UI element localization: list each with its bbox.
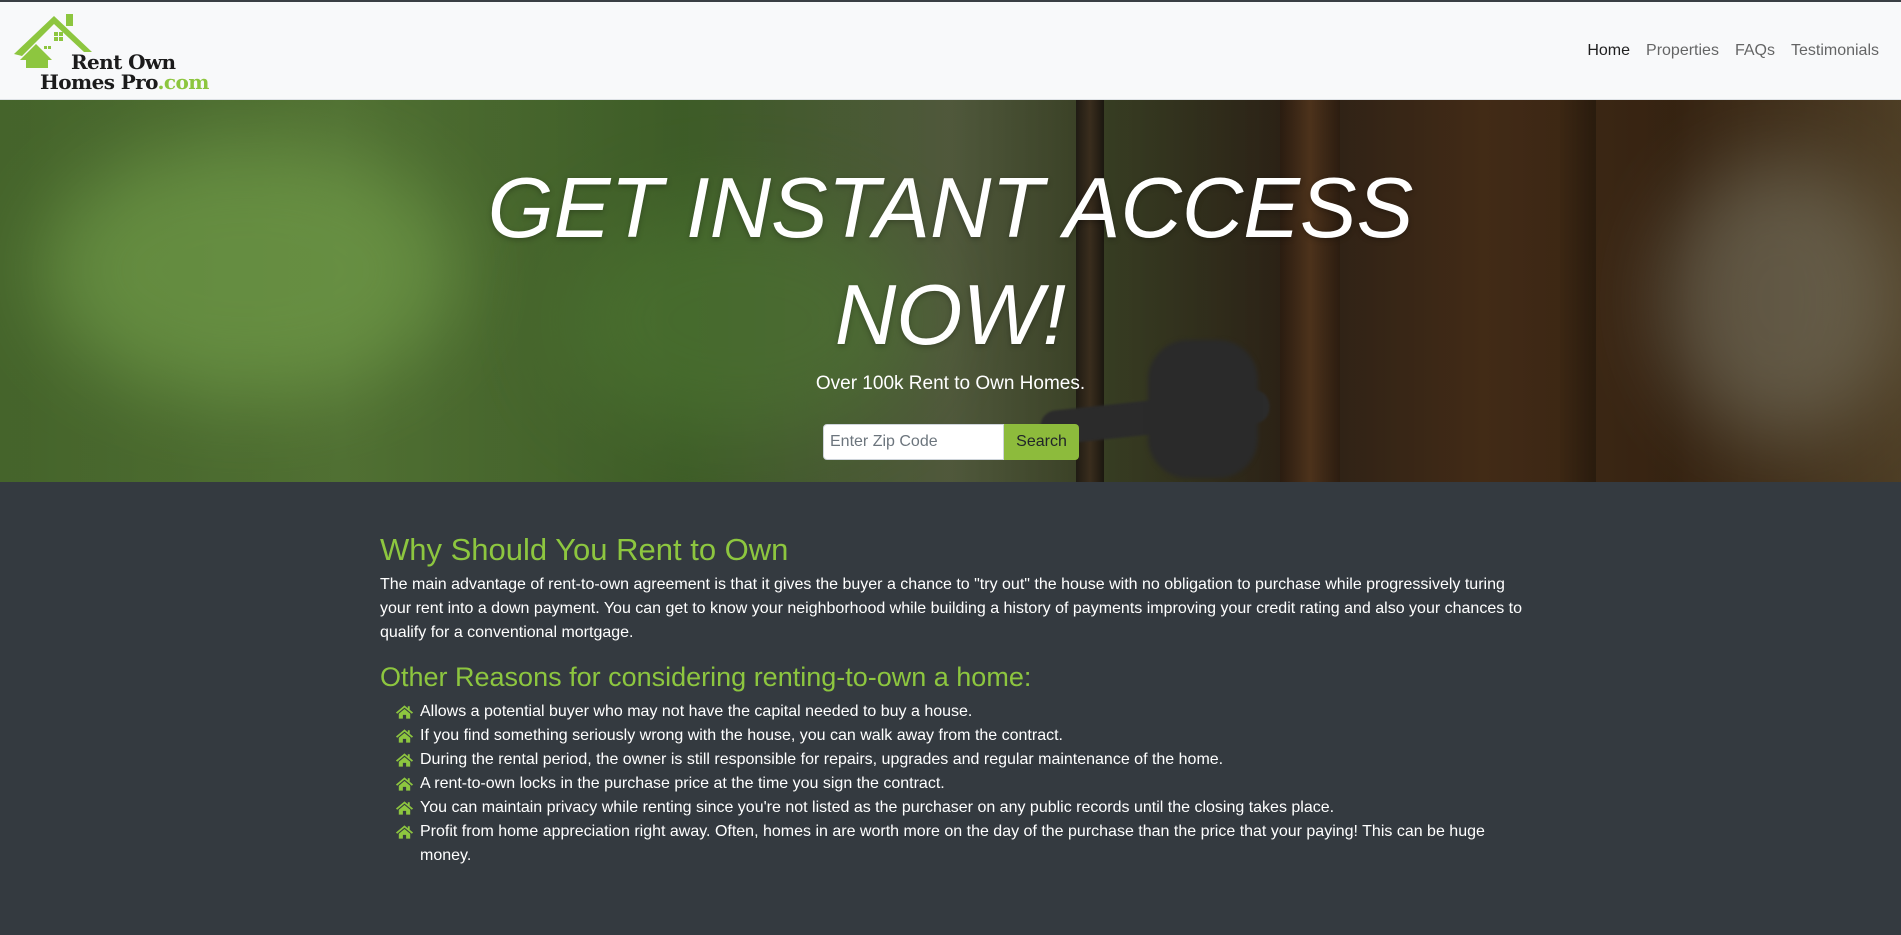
nav-link-properties[interactable]: Properties — [1646, 42, 1719, 60]
reasons-list: Allows a potential buyer who may not hav… — [380, 700, 1522, 868]
home-icon — [395, 729, 414, 743]
home-icon — [395, 777, 414, 791]
reasons-heading: Other Reasons for considering renting-to… — [380, 662, 1032, 692]
list-item: A rent-to-own locks in the purchase pric… — [395, 772, 1522, 796]
nav-link-home[interactable]: Home — [1587, 42, 1630, 60]
hero-title: GET INSTANT ACCESS NOW! — [0, 155, 1901, 369]
hero-title-line1: GET INSTANT ACCESS — [487, 161, 1414, 256]
list-item-text: Allows a potential buyer who may not hav… — [420, 703, 973, 720]
hero-banner: GET INSTANT ACCESS NOW! Over 100k Rent t… — [0, 100, 1901, 482]
list-item-text: If you find something seriously wrong wi… — [420, 727, 1063, 744]
list-item: Allows a potential buyer who may not hav… — [395, 700, 1522, 724]
home-icon — [395, 825, 414, 839]
hero-title-line2: NOW! — [834, 268, 1067, 363]
main-nav: Home Properties FAQs Testimonials — [1587, 42, 1879, 60]
logo-text-line2: Homes Pro.com — [40, 70, 209, 94]
list-item-text: A rent-to-own locks in the purchase pric… — [420, 775, 945, 792]
site-logo[interactable]: Rent Own Homes Pro.com — [14, 12, 219, 94]
zip-search-form: Search — [823, 424, 1079, 460]
section-heading: Why Should You Rent to Own — [380, 532, 789, 567]
logo-text-main: Homes Pro — [40, 70, 158, 94]
list-item: If you find something seriously wrong wi… — [395, 724, 1522, 748]
search-button[interactable]: Search — [1004, 424, 1079, 460]
home-icon — [395, 753, 414, 767]
main-content: Why Should You Rent to Own The main adva… — [380, 530, 1522, 868]
home-icon — [395, 705, 414, 719]
nav-link-faqs[interactable]: FAQs — [1735, 42, 1775, 60]
list-item-text: You can maintain privacy while renting s… — [420, 799, 1335, 816]
list-item-text: During the rental period, the owner is s… — [420, 751, 1224, 768]
list-item: During the rental period, the owner is s… — [395, 748, 1522, 772]
home-icon — [395, 801, 414, 815]
list-item: Profit from home appreciation right away… — [395, 820, 1522, 868]
hero-subtitle: Over 100k Rent to Own Homes. — [815, 373, 1086, 394]
zip-code-input[interactable] — [823, 424, 1004, 460]
logo-text-tld: .com — [157, 70, 210, 94]
list-item-text: Profit from home appreciation right away… — [420, 823, 1485, 864]
navbar: Rent Own Homes Pro.com Home Properties F… — [0, 2, 1901, 100]
list-item: You can maintain privacy while renting s… — [395, 796, 1522, 820]
nav-link-testimonials[interactable]: Testimonials — [1791, 42, 1879, 60]
intro-paragraph: The main advantage of rent-to-own agreem… — [380, 576, 1523, 641]
